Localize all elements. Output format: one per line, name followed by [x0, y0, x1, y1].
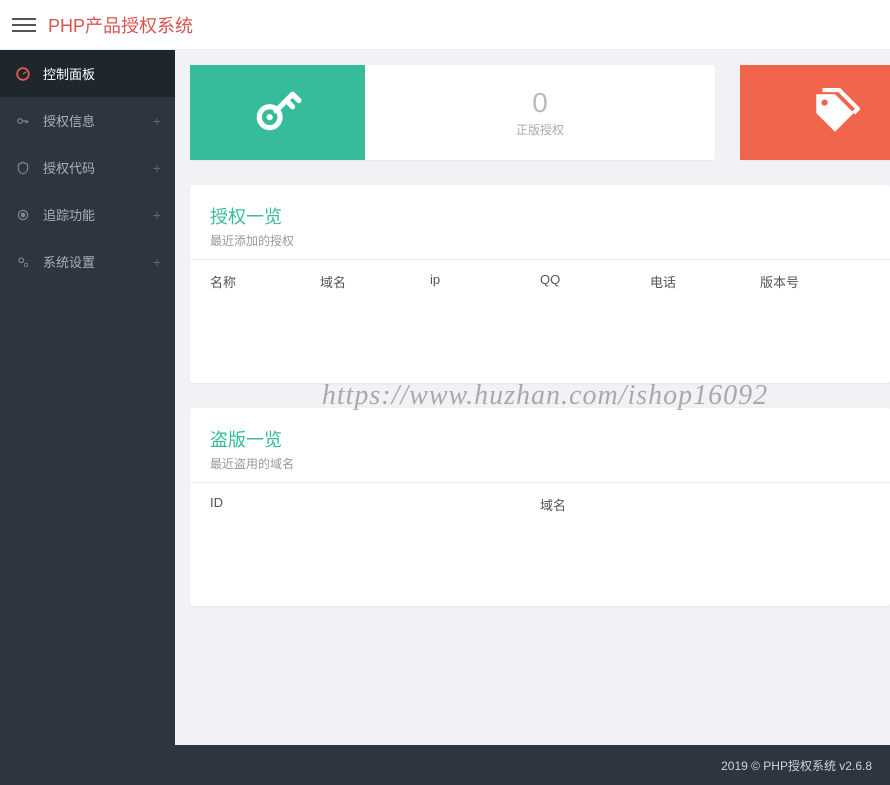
sidebar-item-auth-info[interactable]: 授权信息 + [0, 97, 175, 144]
sidebar-item-tracking[interactable]: 追踪功能 + [0, 191, 175, 238]
column-header: 版本号 [760, 272, 870, 291]
sidebar-item-auth-code[interactable]: 授权代码 + [0, 144, 175, 191]
expand-icon: + [153, 113, 161, 129]
expand-icon: + [153, 160, 161, 176]
stat-row: 0 正版授权 [190, 65, 890, 160]
table-header-row: ID 域名 [190, 482, 890, 526]
stat-value: 0 [532, 87, 548, 119]
sidebar-item-label: 控制面板 [43, 64, 95, 83]
key-icon [15, 113, 31, 129]
table-empty-body [190, 303, 890, 383]
sidebar-item-settings[interactable]: 系统设置 + [0, 238, 175, 285]
column-header: 名称 [210, 272, 320, 291]
stat-card-authorized[interactable]: 0 正版授权 [190, 65, 715, 160]
pirate-table: ID 域名 [190, 482, 890, 606]
shield-icon [15, 160, 31, 176]
target-icon [15, 207, 31, 223]
table-empty-body [190, 526, 890, 606]
panel-subtitle: 最近添加的授权 [210, 232, 870, 249]
panel-head: 授权一览 最近添加的授权 [190, 185, 890, 259]
panel-subtitle: 最近盗用的域名 [210, 455, 870, 472]
column-header: ip [430, 272, 540, 291]
main-content: 0 正版授权 授权一览 最近添加的授权 名称 域名 ip QQ [175, 50, 890, 745]
footer: 2019 © PHP授权系统 v2.6.8 [0, 745, 890, 785]
topbar: PHP产品授权系统 [0, 0, 890, 50]
sidebar-item-label: 授权代码 [43, 158, 95, 177]
panel-title: 授权一览 [210, 203, 870, 229]
sidebar-item-label: 系统设置 [43, 252, 95, 271]
tags-icon [740, 65, 890, 160]
column-header: ID [210, 495, 540, 514]
column-header: 域名 [320, 272, 430, 291]
expand-icon: + [153, 254, 161, 270]
panel-head: 盗版一览 最近盗用的域名 [190, 408, 890, 482]
stat-label: 正版授权 [516, 121, 564, 138]
brand-suffix: 产品授权系统 [85, 16, 193, 36]
column-header: 域名 [540, 495, 870, 514]
key-icon [190, 65, 365, 160]
table-header-row: 名称 域名 ip QQ 电话 版本号 [190, 259, 890, 303]
brand-prefix: PHP [48, 16, 85, 36]
panel-auth-list: 授权一览 最近添加的授权 名称 域名 ip QQ 电话 版本号 [190, 185, 890, 383]
brand-title: PHP产品授权系统 [48, 12, 193, 38]
column-header: QQ [540, 272, 650, 291]
sidebar-item-dashboard[interactable]: 控制面板 [0, 50, 175, 97]
column-header: 电话 [650, 272, 760, 291]
sidebar: 控制面板 授权信息 + 授权代码 + 追踪功能 + [0, 50, 175, 745]
dashboard-icon [15, 66, 31, 82]
sidebar-item-label: 追踪功能 [43, 205, 95, 224]
panel-pirate-list: 盗版一览 最近盗用的域名 ID 域名 [190, 408, 890, 606]
sidebar-item-label: 授权信息 [43, 111, 95, 130]
cogs-icon [15, 254, 31, 270]
expand-icon: + [153, 207, 161, 223]
stat-card-tags[interactable] [740, 65, 890, 160]
footer-text: 2019 © PHP授权系统 v2.6.8 [721, 757, 872, 774]
auth-table: 名称 域名 ip QQ 电话 版本号 [190, 259, 890, 383]
stat-body: 0 正版授权 [365, 65, 715, 160]
panel-title: 盗版一览 [210, 426, 870, 452]
menu-toggle-button[interactable] [12, 13, 36, 37]
